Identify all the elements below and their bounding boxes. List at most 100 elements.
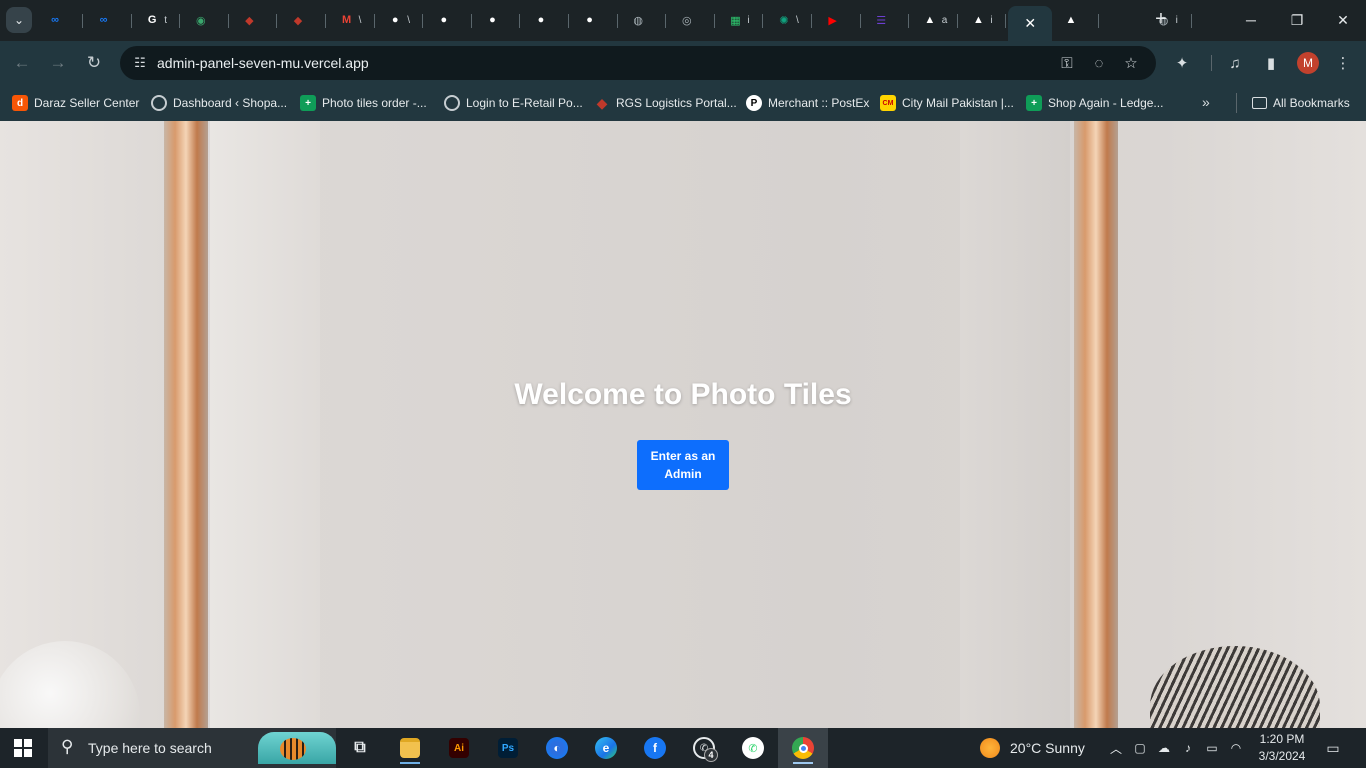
task-view-icon[interactable]: ⧉ [344,732,376,764]
illustrator-icon[interactable]: Ai [443,732,475,764]
wifi-icon[interactable]: ◠ [1227,738,1245,758]
forward-button[interactable]: → [45,50,71,76]
browser-tab[interactable]: ▶ [815,6,861,34]
bookmark-item[interactable]: P Merchant :: PostEx [746,92,869,114]
media-controls-icon[interactable]: ♫ [1222,50,1248,76]
menu-kebab-icon[interactable]: ⋮ [1330,50,1356,76]
sheets-icon: + [300,95,316,111]
minimize-button[interactable]: ─ [1231,6,1271,34]
notification-icon[interactable]: ▭ [1322,738,1344,758]
tab-title-fragment: \ [796,14,799,26]
windows-start-icon[interactable] [14,739,32,757]
onedrive-icon[interactable]: ☁ [1155,738,1173,758]
copper-rod-right [1074,121,1118,728]
bookmarks-bar: d Daraz Seller Center Dashboard ‹ Shopa...… [0,85,1366,121]
taskbar-search-placeholder[interactable]: Type here to search [88,740,212,756]
openai-icon: ✺ [779,14,789,27]
all-bookmarks-button[interactable]: All Bookmarks [1252,92,1350,114]
browser-tab[interactable]: ∞ [86,6,132,34]
browser-tab[interactable]: ◆ [231,6,278,34]
url-text[interactable]: admin-panel-seven-mu.vercel.app [157,55,369,71]
daraz-icon: d [12,95,28,111]
tab-title-fragment: i [1175,14,1178,26]
active-tab[interactable]: ✕ [1008,6,1053,41]
github-icon: ● [537,14,545,26]
side-panel-icon[interactable]: ▮ [1258,50,1284,76]
bookmark-item[interactable]: d Daraz Seller Center [12,92,139,114]
bookmark-item[interactable]: CM City Mail Pakistan |... [880,92,1014,114]
browser-tab[interactable]: ◉ [183,6,229,34]
vercel-icon: ▲ [972,14,984,26]
browser-tab[interactable]: ▲ i [960,6,1007,34]
bookmark-item[interactable]: ◆ RGS Logistics Portal... [594,92,737,114]
chrome-icon[interactable] [787,732,819,764]
tab-separator [470,14,472,28]
site-settings-icon[interactable]: ☷ [130,53,150,73]
browser-tab[interactable]: ▲ a [912,6,958,34]
close-window-button[interactable]: ✕ [1323,6,1363,34]
glass-globe-decoration [0,641,140,728]
search-highlight-tiger-icon[interactable] [258,732,336,764]
facebook-icon[interactable]: f [639,732,671,764]
enter-as-admin-button[interactable]: Enter as an Admin [637,440,729,490]
browser-tab[interactable]: ● [572,6,618,34]
gmail-icon: M [342,14,352,26]
tab-search-button[interactable]: ⌄ [6,7,32,33]
bookmark-label: Dashboard ‹ Shopa... [173,96,288,110]
bookmark-item[interactable]: Login to E-Retail Po... [444,92,583,114]
browser-tab[interactable]: ● \ [377,6,424,34]
weather-sun-icon[interactable] [980,738,1000,758]
reload-button[interactable]: ↻ [81,50,107,76]
bookmark-label: Photo tiles order -... [322,96,427,110]
bookmark-item[interactable]: + Shop Again - Ledge... [1026,92,1163,114]
browser-tab[interactable]: ● [523,6,569,34]
sheets-icon: ▦ [730,14,741,27]
vercel-icon: ▲ [924,14,936,26]
browser-tab[interactable]: ◆ [280,6,326,34]
tray-overflow-chevron-icon[interactable]: ︿ [1107,738,1125,758]
windows-taskbar: ⚲ Type here to search ⧉ Ai Ps ◐ e f ✆ 4 … [0,728,1366,768]
password-key-icon[interactable]: ⚿ [1056,53,1078,73]
tab-separator [616,14,618,28]
bookmark-star-icon[interactable]: ☆ [1120,53,1142,73]
browser-tab[interactable]: ◍ [620,6,667,34]
bookmarks-overflow-icon[interactable]: » [1202,94,1210,110]
browser-tab[interactable]: ▲ [1053,6,1099,34]
meet-now-icon[interactable]: ▢ [1131,738,1149,758]
browser-tab[interactable]: ● [474,6,521,34]
extensions-icon[interactable]: ✦ [1169,50,1195,76]
photoshop-icon[interactable]: Ps [492,732,524,764]
bookmark-item[interactable]: + Photo tiles order -... [300,92,427,114]
browser-tab[interactable]: ✺ \ [766,6,812,34]
system-clock[interactable]: 1:20 PM 3/3/2024 [1252,731,1312,765]
sheets-icon: + [1026,95,1042,111]
browser-tab[interactable]: M \ [329,6,375,34]
browser-tab[interactable]: ∞ [37,6,83,34]
weather-text[interactable]: 20°C Sunny [1010,740,1085,756]
meta-icon: ∞ [51,14,59,26]
new-tab-button[interactable]: + [1150,8,1172,30]
all-bookmarks-label: All Bookmarks [1273,96,1350,110]
close-tab-icon[interactable]: ✕ [1024,15,1036,32]
firefox-icon[interactable]: ◐ [541,732,573,764]
tab-strip: ⌄ ∞ ∞ Gt ◉ ◆ ◆ M \ ● \ ● ● ● ● ◍ ◎ ▦ i ✺ \ ▶ ☰ ▲ a ▲ i ✕ ▲ ◍ i + ─ ❐ … [0,0,1366,41]
whatsapp-icon[interactable]: ✆ 4 [688,732,720,764]
tab-title-fragment: a [941,14,948,26]
browser-tab[interactable]: ● [426,6,472,34]
file-explorer-icon[interactable] [394,732,426,764]
whatsapp-business-icon[interactable]: ✆ [737,732,769,764]
volume-icon[interactable]: ♪ [1179,738,1197,758]
bookmark-item[interactable]: Dashboard ‹ Shopa... [151,92,287,114]
back-button[interactable]: ← [9,50,35,76]
address-bar[interactable]: ☷ admin-panel-seven-mu.vercel.app ⚿ ◌ ☆ [120,46,1156,80]
browser-tab[interactable]: ◎ [669,6,715,34]
eye-off-icon[interactable]: ◌ [1088,53,1110,73]
browser-tab[interactable]: ☰ [863,6,910,34]
restore-button[interactable]: ❐ [1277,6,1317,34]
browser-tab[interactable]: Gt [134,6,181,34]
battery-icon[interactable]: ▭ [1203,738,1221,758]
browser-tab[interactable]: ▦ i [717,6,764,34]
profile-avatar[interactable]: M [1297,52,1319,74]
copper-rod-left [164,121,208,728]
edge-icon[interactable]: e [590,732,622,764]
